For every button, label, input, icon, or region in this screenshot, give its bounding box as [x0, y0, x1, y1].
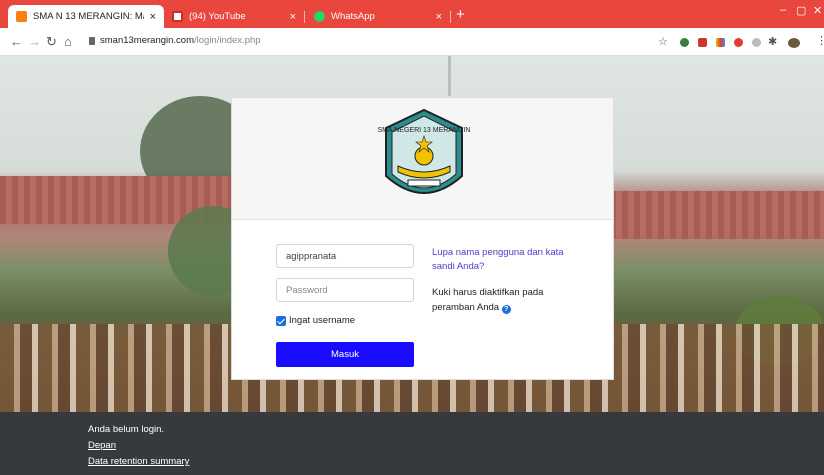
extension-icon[interactable]	[680, 38, 689, 47]
page-footer: Anda belum login. Depan Data retention s…	[0, 412, 824, 475]
new-tab-button[interactable]: +	[456, 7, 465, 22]
school-logo: SMA NEGERI 13 MERANGIN	[378, 108, 471, 194]
extension-icon[interactable]	[734, 38, 743, 47]
pole	[448, 56, 451, 96]
cookie-notice-text: Kuki harus diaktifkan pada peramban Anda	[432, 287, 544, 313]
url-host: sman13merangin.com	[100, 35, 194, 46]
tab-label: SMA N 13 MERANGIN: Masuk ke	[33, 11, 144, 22]
svg-text:SMA NEGERI 13 MERANGIN: SMA NEGERI 13 MERANGIN	[378, 127, 471, 134]
extension-icon[interactable]	[698, 38, 707, 47]
menu-icon[interactable]: ⋮	[816, 34, 824, 47]
remember-username[interactable]: Ingat username	[276, 315, 355, 326]
browser-tab-bar: SMA N 13 MERANGIN: Masuk ke × (94) YouTu…	[0, 0, 824, 28]
tab-separator	[450, 11, 451, 23]
login-card: SMA NEGERI 13 MERANGIN agippranata Passw…	[231, 97, 614, 380]
close-tab-icon[interactable]: ×	[284, 11, 296, 23]
extension-icon[interactable]	[752, 38, 761, 47]
moodle-favicon-icon	[16, 11, 27, 22]
youtube-icon	[172, 11, 183, 22]
reload-icon[interactable]: ↻	[46, 34, 57, 50]
lock-icon[interactable]	[89, 37, 95, 45]
url-path: /login/index.php	[194, 35, 261, 46]
cookie-notice: Kuki harus diaktifkan pada peramban Anda…	[432, 285, 582, 315]
back-arrow-icon[interactable]: ←	[10, 34, 23, 49]
login-status: Anda belum login.	[88, 424, 165, 435]
tab-separator	[304, 11, 305, 23]
puzzle-icon[interactable]: ✱	[768, 35, 777, 48]
username-input[interactable]: agippranata	[276, 244, 414, 268]
home-icon[interactable]: ⌂	[64, 34, 72, 49]
close-tab-icon[interactable]: ×	[430, 11, 442, 23]
whatsapp-icon	[314, 11, 325, 22]
data-retention-link[interactable]: Data retention summary	[88, 456, 189, 467]
remember-label: Ingat username	[289, 315, 356, 326]
address-bar[interactable]: sman13merangin.com/login/index.php	[100, 35, 261, 46]
password-input[interactable]: Password	[276, 278, 414, 302]
tab-moodle[interactable]: SMA N 13 MERANGIN: Masuk ke ×	[8, 5, 164, 28]
roof	[610, 191, 824, 239]
tab-label: WhatsApp	[331, 11, 375, 22]
forward-arrow-icon[interactable]: →	[28, 34, 41, 49]
tab-whatsapp[interactable]: WhatsApp ×	[306, 5, 450, 28]
remember-checkbox[interactable]	[276, 315, 286, 326]
help-icon[interactable]: ?	[501, 305, 511, 314]
browser-toolbar: ← → ↻ ⌂ sman13merangin.com/login/index.p…	[0, 28, 824, 56]
home-link[interactable]: Depan	[88, 440, 116, 451]
forgot-password-link[interactable]: Lupa nama pengguna dan kata sandi Anda?	[432, 246, 582, 274]
tab-youtube[interactable]: (94) YouTube ×	[164, 5, 304, 28]
tab-label: (94) YouTube	[189, 11, 246, 22]
extension-icon[interactable]	[716, 38, 725, 47]
minimize-icon[interactable]: –	[780, 4, 786, 16]
login-button[interactable]: Masuk	[276, 342, 414, 367]
avatar[interactable]	[788, 38, 800, 48]
maximize-icon[interactable]: ▢	[796, 4, 806, 17]
close-tab-icon[interactable]: ×	[144, 11, 156, 23]
close-window-icon[interactable]: ✕	[813, 4, 822, 17]
bookmark-star-icon[interactable]: ☆	[658, 35, 668, 48]
login-card-header: SMA NEGERI 13 MERANGIN	[232, 98, 613, 220]
